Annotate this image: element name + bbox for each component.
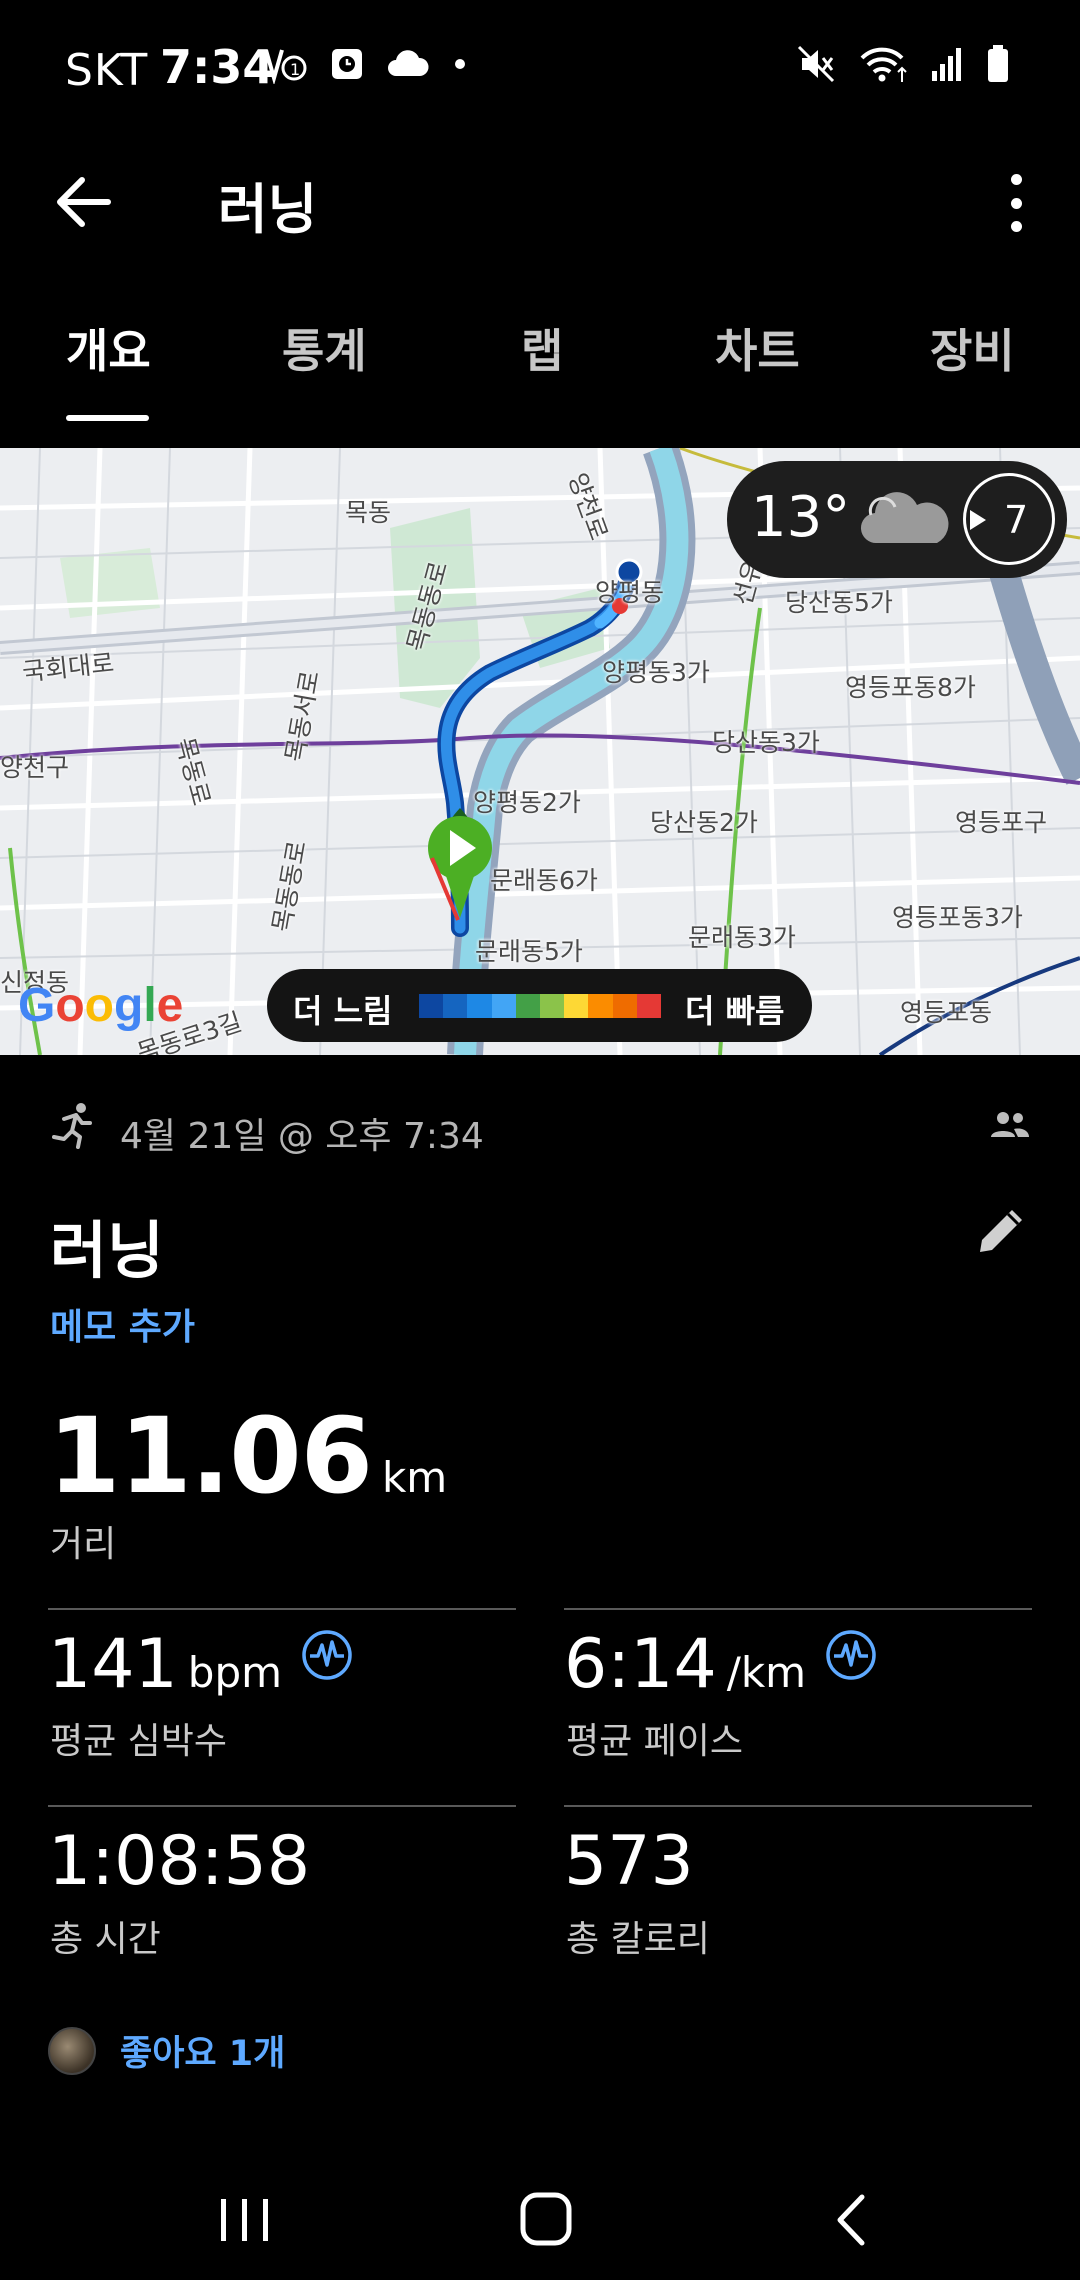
tab-laps[interactable]: 랩 (521, 315, 563, 425)
system-nav-bar (0, 2160, 1080, 2280)
page-title: 러닝 (218, 178, 318, 241)
calories-stat: 573 (564, 1822, 694, 1901)
pace-color-swatch (467, 994, 492, 1018)
likes-count[interactable]: 좋아요 1개 (120, 2025, 285, 2076)
calories-label: 총 칼로리 (566, 1919, 710, 1960)
pace-color-swatch (588, 994, 613, 1018)
legend-slow-label: 더 느림 (293, 992, 393, 1030)
distance-label: 거리 (50, 1524, 117, 1565)
edit-icon[interactable] (970, 1200, 1032, 1262)
cloud-icon (860, 492, 949, 544)
pace-stat[interactable]: 6:14/km (564, 1625, 877, 1704)
pace-value: 6:14 (564, 1625, 717, 1704)
activity-meta: 4월 21일 @ 오후 7:34 (0, 1095, 1080, 1165)
status-time: 7:34 (160, 40, 275, 94)
divider (564, 1608, 1032, 1610)
alarm-icon (332, 49, 362, 79)
pace-label: 평균 페이스 (566, 1721, 744, 1762)
pace-color-swatch (612, 994, 637, 1018)
recent-apps-icon[interactable] (205, 2185, 285, 2255)
tab-overview[interactable]: 개요 (66, 315, 151, 425)
distance-value: 11.06 (48, 1395, 373, 1517)
pace-unit: /km (726, 1648, 807, 1697)
dot-icon (455, 59, 465, 69)
calories-value: 573 (564, 1822, 694, 1901)
distance-unit: km (381, 1453, 448, 1502)
map-label: 당산동2가 (650, 808, 758, 837)
pace-color-bar (419, 994, 662, 1018)
heart-rate-stat[interactable]: 141 bpm (48, 1625, 353, 1704)
map-label: 양천구 (0, 753, 70, 782)
map-label: 문래동3가 (688, 923, 796, 952)
cloud-icon (388, 50, 429, 76)
svg-text:1: 1 (290, 60, 300, 79)
battery-icon (988, 45, 1008, 82)
signal-icon (932, 48, 961, 81)
heart-rate-graph-icon (302, 1630, 352, 1680)
tab-charts[interactable]: 차트 (715, 315, 800, 425)
pace-color-swatch (491, 994, 516, 1018)
activity-date: 4월 21일 @ 오후 7:34 (120, 1116, 484, 1157)
home-icon[interactable] (505, 2185, 585, 2255)
wifi-icon (860, 47, 907, 82)
map-label: 영등포구 (955, 808, 1048, 837)
carrier-label: SKT (65, 45, 149, 96)
duration-stat: 1:08:58 (48, 1822, 310, 1901)
duration-value: 1:08:58 (48, 1822, 311, 1901)
map-label: 영등포동 (900, 998, 993, 1027)
map-label: 문래동6가 (490, 866, 598, 895)
app-header: 러닝 (0, 140, 1080, 315)
status-bar: SKT 7:34 1 (0, 0, 1080, 140)
volte-icon: 1 (264, 49, 307, 84)
map-label: 영등포동8가 (845, 673, 976, 702)
distance-stat: 11.06 km (48, 1395, 447, 1517)
more-vert-icon[interactable] (992, 168, 1040, 238)
divider (48, 1805, 516, 1807)
heart-rate-label: 평균 심박수 (50, 1721, 228, 1762)
map-label: 양평동3가 (602, 658, 710, 687)
tab-indicator (66, 415, 149, 421)
heart-rate-unit: bpm (187, 1648, 283, 1697)
pace-legend: 더 느림 더 빠름 (267, 969, 812, 1042)
weather-temperature: 13° (751, 485, 851, 550)
map-label: 양평동2가 (473, 788, 581, 817)
tab-stats[interactable]: 통계 (282, 315, 367, 425)
tab-equipment[interactable]: 장비 (930, 315, 1015, 425)
pace-color-swatch (515, 994, 541, 1018)
mute-icon (797, 45, 835, 83)
avatar (48, 2026, 96, 2075)
running-icon (52, 1103, 92, 1149)
pace-color-swatch (443, 994, 468, 1018)
group-icon[interactable] (990, 1109, 1030, 1141)
aqi-indicator: 7 (963, 473, 1055, 565)
arrow-back-icon[interactable] (52, 170, 116, 234)
activity-title: 러닝 (50, 1214, 165, 1287)
map-label: 당산동3가 (712, 728, 820, 757)
route-map[interactable]: 목동 양천로 양평동 당산동5가 국회대로 목동동로 양평동3가 영등포동8가 … (0, 448, 1080, 1055)
map-label: 양평동 (595, 578, 665, 607)
legend-fast-label: 더 빠름 (685, 992, 785, 1030)
duration-label: 총 시간 (50, 1919, 161, 1960)
tab-bar: 개요 통계 랩 차트 장비 (0, 315, 1080, 445)
heart-rate-value: 141 (48, 1625, 178, 1704)
likes-row[interactable]: 좋아요 1개 (48, 2025, 285, 2076)
add-memo-link[interactable]: 메모 추가 (50, 1298, 195, 1350)
map-label: 목동 (345, 498, 392, 527)
map-label: 영등포동3가 (892, 903, 1023, 932)
pace-color-swatch (540, 994, 565, 1018)
pace-color-swatch (419, 994, 444, 1018)
google-logo: Google (18, 979, 184, 1032)
play-arrow-icon (970, 510, 986, 530)
pace-graph-icon (826, 1630, 876, 1680)
divider (564, 1805, 1032, 1807)
pace-color-swatch (636, 994, 662, 1018)
map-label: 당산동5가 (785, 588, 893, 617)
map-label: 문래동5가 (475, 937, 583, 966)
aqi-value: 7 (1004, 498, 1029, 542)
back-icon[interactable] (810, 2185, 890, 2255)
divider (48, 1608, 516, 1610)
weather-badge[interactable]: 13° 7 (727, 461, 1067, 578)
pace-color-swatch (564, 994, 589, 1018)
